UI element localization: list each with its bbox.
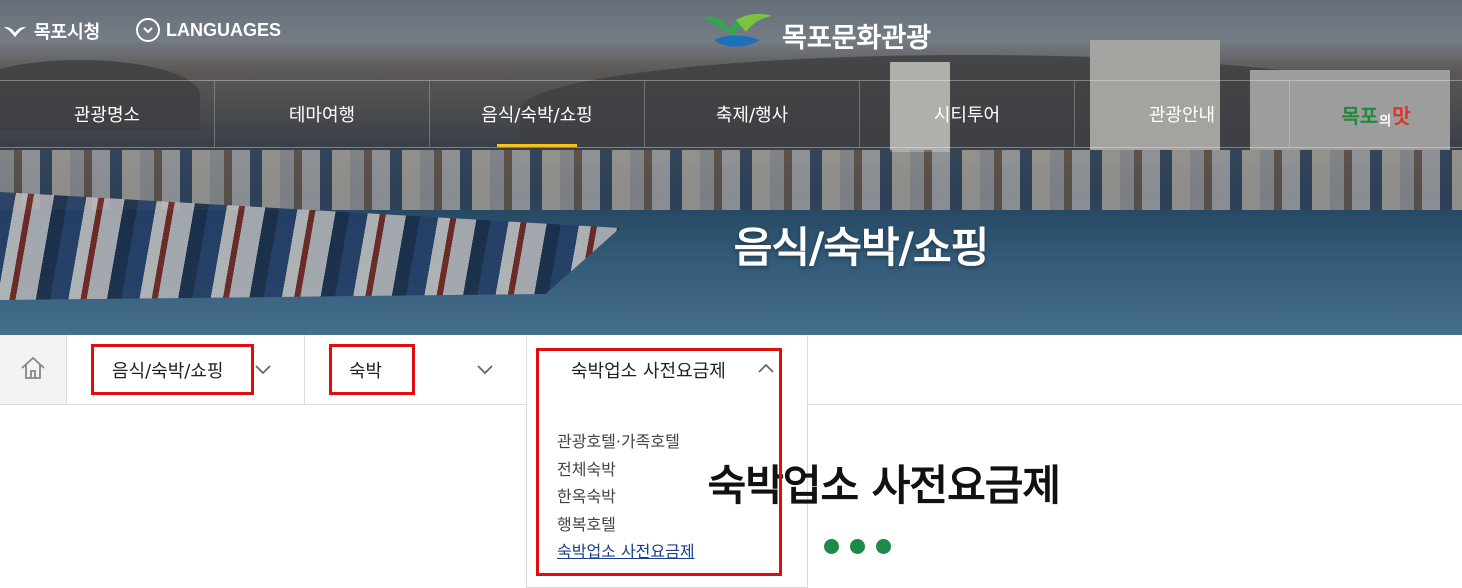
home-icon: [19, 355, 47, 385]
chevron-down-icon: [253, 359, 273, 379]
gnb-item-festivals[interactable]: 축제/행사: [645, 81, 860, 147]
languages-link[interactable]: LANGUAGES: [136, 18, 281, 42]
main-navigation: 관광명소 테마여행 음식/숙박/쇼핑 축제/행사 시티투어 관광안내 목포 의 …: [0, 81, 1462, 147]
highlight-box-level2: [329, 344, 415, 395]
hero-title: 음식/숙박/쇼핑: [733, 223, 990, 272]
chevron-down-icon: [475, 359, 495, 379]
dot-icon: [824, 539, 839, 554]
gnb-item-food-lodging-shopping[interactable]: 음식/숙박/쇼핑: [430, 81, 645, 147]
brand-name: 목포문화관광: [782, 23, 932, 54]
dot-icon: [876, 539, 891, 554]
home-button[interactable]: [0, 335, 67, 404]
gnb-item-theme-travel[interactable]: 테마여행: [215, 81, 430, 147]
badge-part3: 맛: [1392, 103, 1411, 128]
highlight-box-level1: [91, 344, 254, 395]
gnb-bottom-border: [0, 147, 1462, 148]
dot-icon: [850, 539, 865, 554]
gnb-item-city-tour[interactable]: 시티투어: [860, 81, 1075, 147]
hero-banner: 목포시청 LANGUAGES 목포문화관광 관광명소 테마여행 음식/숙박/쇼핑…: [0, 0, 1462, 335]
city-hall-label: 목포시청: [34, 22, 101, 42]
gnb-item-attractions[interactable]: 관광명소: [0, 81, 215, 147]
mokpo-taste-badge[interactable]: 목포 의 맛: [1290, 81, 1462, 147]
chevron-circle-icon: [136, 18, 160, 42]
highlight-box-level3: [536, 348, 782, 576]
brand-logo[interactable]: 목포문화관광: [700, 10, 931, 61]
languages-label: LANGUAGES: [166, 19, 282, 40]
badge-part2: 의: [1379, 113, 1392, 129]
bird-icon: [2, 18, 28, 44]
title-decoration-dots: [824, 539, 902, 554]
badge-part1: 목포: [1341, 103, 1379, 128]
gnb-item-tour-info[interactable]: 관광안내: [1075, 81, 1290, 147]
city-hall-link[interactable]: 목포시청: [2, 18, 100, 44]
mokpo-taste-logo-icon: 목포 의 맛: [1341, 100, 1410, 129]
brand-logo-icon: [700, 10, 782, 61]
